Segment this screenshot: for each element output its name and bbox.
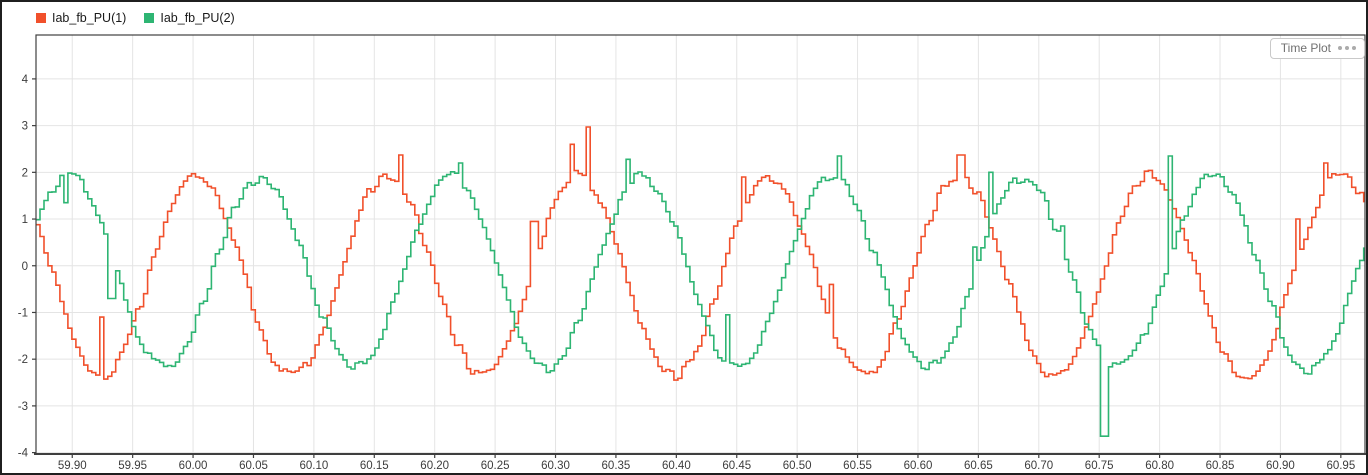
y-tick-label: -3 [18, 401, 28, 413]
ellipsis-icon [1338, 46, 1356, 50]
x-tick-label: 59.90 [58, 460, 87, 472]
x-tick-label: 60.05 [239, 460, 268, 472]
y-tick-label: -4 [18, 448, 29, 460]
y-tick-label: -2 [18, 354, 28, 366]
time-plot-canvas[interactable]: 59.90 59.95 60.00 60.05 60.10 60.15 60.20 60.25… [2, 2, 1368, 475]
series-trace-Iab_fb_PU(2) [36, 156, 1368, 436]
x-tick-label: 60.35 [602, 460, 631, 472]
legend-item-signal1[interactable]: Iab_fb_PU(1) [36, 12, 126, 25]
x-tick-label: 60.20 [420, 460, 449, 472]
x-tick-label: 60.80 [1145, 460, 1174, 472]
x-tick-label: 60.85 [1206, 460, 1235, 472]
legend-swatch-signal1-icon [36, 13, 46, 23]
legend: Iab_fb_PU(1) Iab_fb_PU(2) [36, 7, 235, 29]
plot-area[interactable]: 59.90 59.95 60.00 60.05 60.10 60.15 60.20 60.25… [2, 2, 1368, 475]
legend-label-signal1: Iab_fb_PU(1) [52, 12, 126, 25]
x-tick-label: 60.45 [722, 460, 751, 472]
x-tick-label: 60.25 [481, 460, 510, 472]
y-tick-label: 0 [22, 261, 28, 273]
legend-item-signal2[interactable]: Iab_fb_PU(2) [144, 12, 234, 25]
x-tick-label: 60.50 [783, 460, 812, 472]
x-tick-label: 60.95 [1326, 460, 1355, 472]
y-tick-label: -1 [18, 307, 28, 319]
x-tick-label: 59.95 [118, 460, 147, 472]
legend-label-signal2: Iab_fb_PU(2) [160, 12, 234, 25]
x-tick-label: 60.15 [360, 460, 389, 472]
legend-swatch-signal2-icon [144, 13, 154, 23]
x-tick-label: 60.30 [541, 460, 570, 472]
x-tick-label: 60.60 [904, 460, 933, 472]
x-tick-label: 60.10 [299, 460, 328, 472]
x-tick-label: 60.00 [179, 460, 208, 472]
badge-label: Time Plot [1281, 42, 1331, 54]
y-tick-label: 3 [22, 121, 28, 133]
y-tick-label: 1 [22, 214, 28, 226]
x-tick-label: 60.65 [964, 460, 993, 472]
y-tick-label: 2 [22, 167, 28, 179]
y-tick-label: 4 [22, 74, 29, 86]
scope-window: Iab_fb_PU(1) Iab_fb_PU(2) 59.90 59.95 60.0… [0, 0, 1368, 475]
x-tick-label: 60.40 [662, 460, 691, 472]
x-tick-label: 60.70 [1024, 460, 1053, 472]
x-tick-label: 60.90 [1266, 460, 1295, 472]
x-tick-label: 60.55 [843, 460, 872, 472]
x-tick-label: 60.75 [1085, 460, 1114, 472]
time-plot-badge[interactable]: Time Plot [1270, 38, 1365, 59]
